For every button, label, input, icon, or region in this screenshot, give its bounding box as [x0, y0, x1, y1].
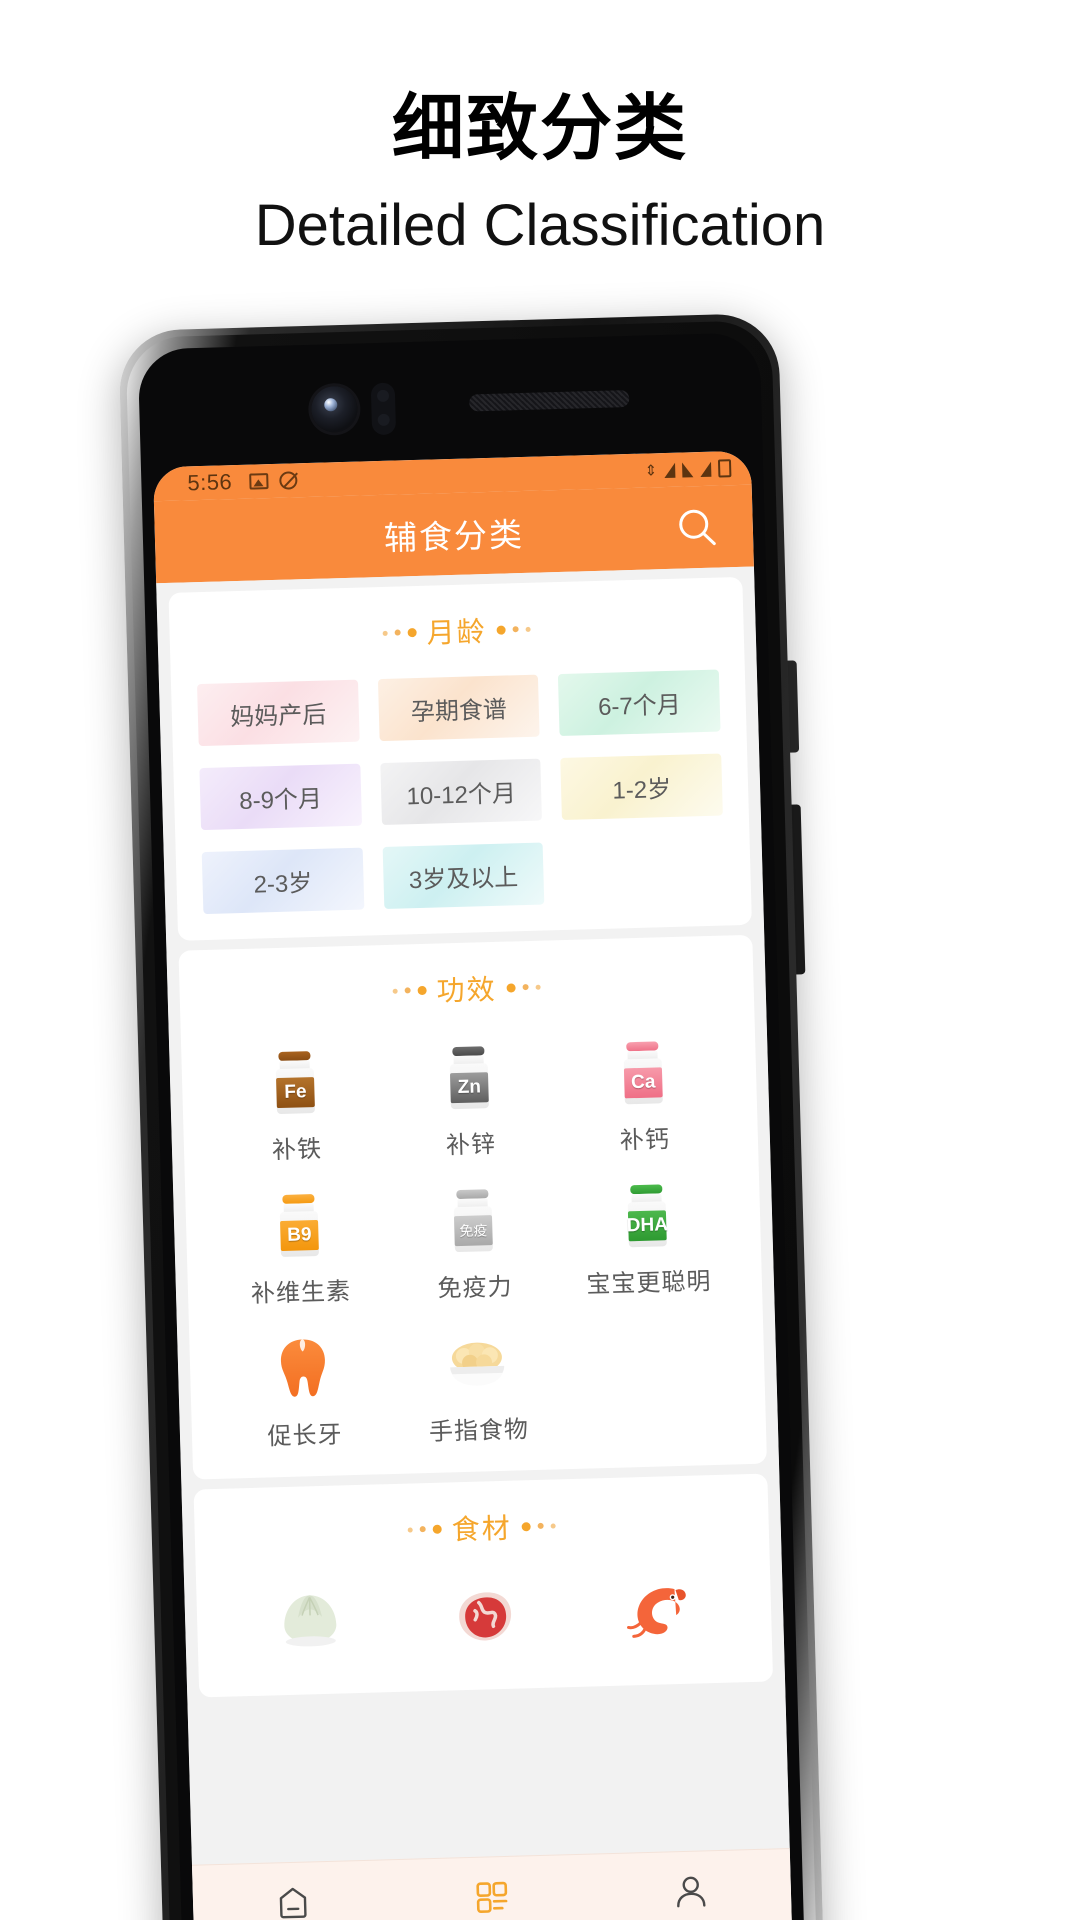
effect-item-dha[interactable]: DHA 宝宝更聪明: [559, 1170, 736, 1300]
bottle-badge: 免疫: [453, 1215, 493, 1247]
meat-icon: [446, 1578, 522, 1654]
age-chip[interactable]: 孕期食谱: [377, 674, 540, 742]
tooth-icon: [265, 1330, 341, 1406]
signal-icon: [664, 462, 676, 478]
phone-mockup: 5:56 ⇕ 辅食分类 月龄 妈妈产后 孕期食谱 6-7个月 8-9个月 10-…: [118, 312, 824, 1920]
status-time: 5:56: [187, 469, 233, 496]
status-left-icons: [248, 471, 298, 490]
front-camera-icon: [310, 385, 359, 433]
age-chip-grid: 妈妈产后 孕期食谱 6-7个月 8-9个月 10-12个月 1-2岁 2-3岁 …: [171, 669, 751, 915]
ingredient-item-shrimp[interactable]: [570, 1566, 746, 1661]
phone-outer-frame: 5:56 ⇕ 辅食分类 月龄 妈妈产后 孕期食谱 6-7个月 8-9个月 10-…: [118, 312, 824, 1920]
vitamin-bottle-icon: B9: [261, 1187, 337, 1263]
home-icon: [271, 1881, 314, 1920]
category-icon: [470, 1875, 513, 1918]
age-chip[interactable]: 1-2岁: [560, 753, 723, 821]
finger-food-bowl-icon: [439, 1326, 515, 1402]
earpiece-speaker-icon: [469, 389, 630, 412]
phone-mid-frame: 5:56 ⇕ 辅食分类 月龄 妈妈产后 孕期食谱 6-7个月 8-9个月 10-…: [125, 319, 817, 1920]
dots-left-icon: [392, 985, 427, 995]
section-title-age: 月龄: [426, 616, 488, 649]
section-header-ingredient: 食材: [194, 1500, 769, 1556]
age-chip[interactable]: 10-12个月: [379, 758, 543, 826]
section-header-effect: 功效: [179, 961, 754, 1017]
ingredient-item-dumpling[interactable]: [222, 1576, 398, 1671]
app-bar-title: 辅食分类: [383, 515, 525, 557]
effect-icon-grid: Fe 补铁 Zn 补锌 Ca 补钙 B9 补维生素 免疫 免疫力 DHA 宝宝更…: [181, 1027, 766, 1454]
dots-right-icon: [496, 624, 531, 635]
updown-arrows-icon: ⇕: [644, 461, 658, 480]
section-header-age: 月龄: [169, 603, 744, 659]
proximity-sensor-icon: [370, 382, 397, 436]
search-icon[interactable]: [674, 505, 719, 550]
dha-bottle-icon: DHA: [609, 1178, 685, 1254]
effect-item-vitamin[interactable]: B9 补维生素: [211, 1180, 388, 1310]
bottle-badge: DHA: [626, 1210, 668, 1242]
bottle-badge: Fe: [276, 1077, 315, 1109]
effect-item-iron[interactable]: Fe 补铁: [207, 1037, 384, 1167]
age-chip[interactable]: 3岁及以上: [382, 842, 545, 910]
battery-icon: [717, 459, 732, 478]
section-title-effect: 功效: [436, 973, 498, 1007]
effect-item-label: 促长牙: [267, 1421, 343, 1451]
mute-icon: [278, 471, 298, 490]
bottle-badge: B9: [280, 1219, 319, 1252]
age-chip[interactable]: 8-9个月: [199, 763, 362, 831]
bottle-badge: Ca: [623, 1067, 663, 1099]
category-scroll-area[interactable]: 月龄 妈妈产后 孕期食谱 6-7个月 8-9个月 10-12个月 1-2岁 2-…: [156, 566, 793, 1920]
dots-right-icon: [521, 1521, 556, 1531]
section-card-ingredient: 食材: [193, 1473, 774, 1698]
status-spacer: [297, 471, 644, 481]
dots-right-icon: [506, 982, 541, 993]
promo-header: 细致分类 Detailed Classification: [0, 0, 1080, 259]
effect-item-immunity[interactable]: 免疫 免疫力: [385, 1175, 562, 1305]
calcium-bottle-icon: Ca: [605, 1035, 681, 1111]
nav-item-category[interactable]: [392, 1873, 593, 1920]
effect-item-calcium[interactable]: Ca 补钙: [555, 1027, 732, 1157]
immunity-bottle-icon: 免疫: [435, 1183, 511, 1259]
bottle-badge: Zn: [449, 1072, 489, 1104]
effect-item-label: 手指食物: [428, 1416, 530, 1446]
shrimp-icon: [620, 1574, 696, 1650]
effect-item-label: 补维生素: [250, 1278, 352, 1308]
nav-item-profile[interactable]: [591, 1868, 792, 1920]
age-chip[interactable]: 妈妈产后: [197, 679, 360, 747]
section-card-effect: 功效 Fe 补铁 Zn 补锌 Ca 补钙 B9 补维生素 免疫 免疫力 DHA …: [178, 934, 767, 1480]
age-chip[interactable]: 6-7个月: [558, 669, 721, 737]
dots-left-icon: [407, 1524, 442, 1534]
profile-icon: [670, 1870, 713, 1913]
page-title-cn: 细致分类: [391, 89, 688, 169]
effect-item-label: 补铁: [271, 1135, 323, 1165]
nav-item-home[interactable]: [193, 1879, 394, 1920]
iron-bottle-icon: Fe: [257, 1045, 333, 1121]
page-title-en: Detailed Classification: [254, 192, 826, 258]
phone-screen: 5:56 ⇕ 辅食分类 月龄 妈妈产后 孕期食谱 6-7个月 8-9个月 10-…: [152, 450, 793, 1920]
ingredient-item-meat[interactable]: [396, 1571, 572, 1666]
wifi-icon: [682, 461, 694, 478]
section-title-ingredient: 食材: [451, 1512, 513, 1546]
dots-left-icon: [382, 627, 417, 637]
age-chip[interactable]: 2-3岁: [201, 847, 365, 915]
effect-item-label: 免疫力: [437, 1273, 513, 1303]
effect-item-teething[interactable]: 促长牙: [215, 1323, 392, 1453]
ingredient-icon-grid: [196, 1565, 772, 1671]
zinc-bottle-icon: Zn: [431, 1040, 507, 1116]
section-card-age: 月龄 妈妈产后 孕期食谱 6-7个月 8-9个月 10-12个月 1-2岁 2-…: [168, 576, 752, 941]
effect-item-label: 补锌: [445, 1130, 497, 1160]
effect-item-finger-food[interactable]: 手指食物: [389, 1318, 566, 1448]
signal-2-icon: [699, 461, 712, 477]
photo-icon: [248, 473, 269, 490]
phone-sensor-row: [139, 374, 762, 443]
status-right-icons: ⇕: [644, 459, 732, 480]
effect-item-label: 宝宝更聪明: [586, 1268, 712, 1299]
effect-item-label: 补钙: [619, 1126, 671, 1155]
dumpling-icon: [272, 1583, 348, 1659]
phone-body: 5:56 ⇕ 辅食分类 月龄 妈妈产后 孕期食谱 6-7个月 8-9个月 10-…: [137, 332, 805, 1920]
effect-item-zinc[interactable]: Zn 补锌: [381, 1032, 558, 1162]
